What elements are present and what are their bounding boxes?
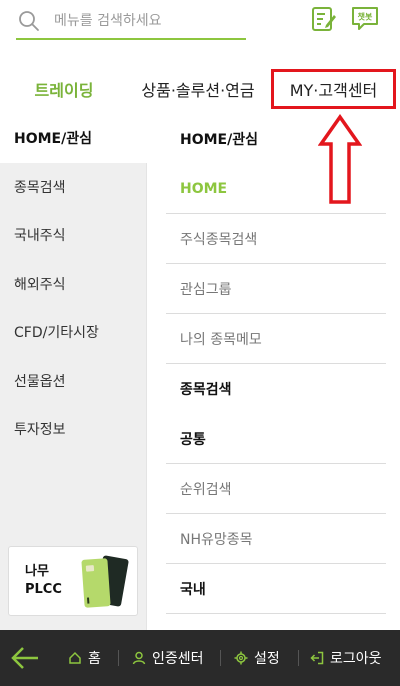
tab-trading[interactable]: 트레이딩 <box>0 66 128 112</box>
search-bar[interactable] <box>16 4 246 40</box>
auth-center-button[interactable]: 인증센터 <box>132 630 204 686</box>
tab-products-solutions-pension[interactable]: 상품·솔루션·연금 <box>128 66 268 112</box>
left-item-overseas-stocks[interactable]: 해외주식 <box>0 260 146 309</box>
submenu-item-nh-recommended[interactable]: NH유망종목 <box>166 514 386 564</box>
person-icon <box>132 651 146 665</box>
submenu-item-ranking-search[interactable]: 순위검색 <box>166 464 386 514</box>
settings-button[interactable]: 설정 <box>234 630 280 686</box>
submenu-item-favorite-groups[interactable]: 관심그룹 <box>166 264 386 314</box>
left-item-home-favorites[interactable]: HOME/관심 <box>0 114 148 163</box>
search-icon <box>19 11 39 31</box>
divider <box>298 650 299 666</box>
submenu-item-my-stock-memo[interactable]: 나의 종목메모 <box>166 314 386 364</box>
tab-my-customer-center[interactable]: MY·고객센터 <box>271 69 396 109</box>
left-category-menu: HOME/관심 종목검색 국내주식 해외주식 CFD/기타시장 선물옵션 투자정… <box>0 114 148 630</box>
chatbot-button[interactable]: 챗봇 <box>350 4 380 34</box>
search-input[interactable] <box>54 13 234 29</box>
back-arrow-icon[interactable] <box>10 644 40 672</box>
logout-button[interactable]: 로그아웃 <box>310 630 382 686</box>
submenu-item-stock-search[interactable]: 주식종목검색 <box>166 214 386 264</box>
home-button[interactable]: 홈 <box>68 630 101 686</box>
left-item-stock-search[interactable]: 종목검색 <box>0 163 146 212</box>
up-arrow-annotation-icon <box>318 114 362 204</box>
gear-icon <box>234 651 248 665</box>
settings-label: 설정 <box>254 651 280 667</box>
plcc-label-line1: 나무 <box>25 564 49 579</box>
bottom-toolbar: 홈 인증센터 설정 로그아웃 <box>0 630 400 686</box>
credit-card-icon <box>81 555 129 608</box>
top-tabs: 트레이딩 상품·솔루션·연금 MY·고객센터 <box>0 66 400 112</box>
left-item-cfd-other[interactable]: CFD/기타시장 <box>0 308 146 357</box>
submenu-header-stock-search: 종목검색 <box>180 382 232 398</box>
left-item-investment-info[interactable]: 투자정보 <box>0 405 146 454</box>
plcc-label-line2: PLCC <box>25 582 62 597</box>
chatbot-icon: 챗봇 <box>352 7 378 30</box>
home-label: 홈 <box>88 651 101 667</box>
plcc-banner[interactable]: 나무 PLCC <box>8 546 138 616</box>
submenu-subheader-common: 공통 <box>166 414 386 464</box>
divider <box>220 650 221 666</box>
memo-edit-icon[interactable] <box>309 4 339 34</box>
left-item-futures-options[interactable]: 선물옵션 <box>0 357 146 406</box>
plcc-label: 나무 PLCC <box>25 563 75 599</box>
chatbot-label: 챗봇 <box>358 12 373 22</box>
logout-label: 로그아웃 <box>330 651 382 667</box>
submenu-subheader-domestic: 국내 <box>166 564 386 614</box>
logout-icon <box>310 651 324 665</box>
divider <box>118 650 119 666</box>
home-icon <box>69 651 81 664</box>
auth-center-label: 인증센터 <box>152 651 204 667</box>
left-item-domestic-stocks[interactable]: 국내주식 <box>0 211 146 260</box>
